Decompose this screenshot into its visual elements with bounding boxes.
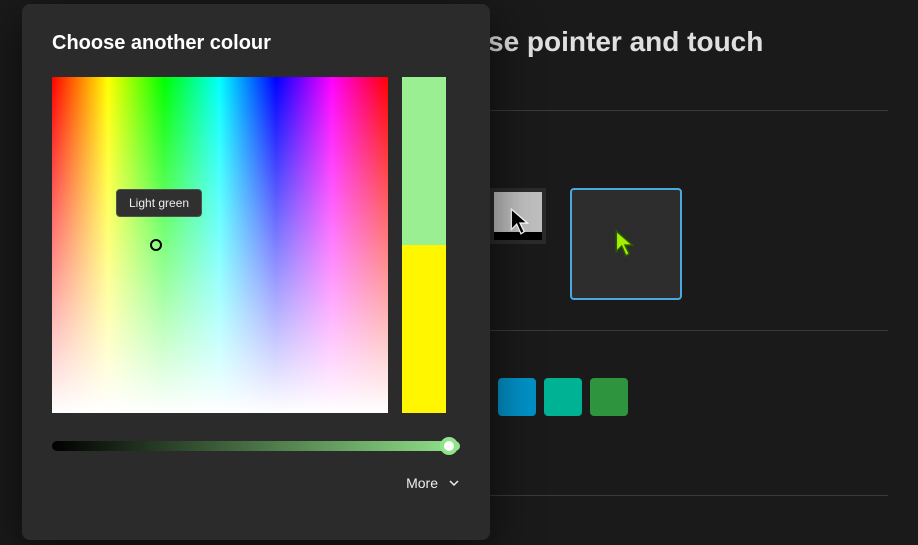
pointer-style-options: [490, 188, 682, 300]
more-label: More: [406, 475, 438, 491]
divider: [490, 495, 888, 496]
sv-marker[interactable]: [150, 239, 162, 251]
saturation-value-picker[interactable]: Light green: [52, 77, 388, 413]
divider: [490, 330, 888, 331]
pointer-style-custom[interactable]: [570, 188, 682, 300]
color-preview-column: [402, 77, 446, 413]
settings-page: se pointer and touch Choose another colo…: [0, 0, 918, 545]
color-swatch[interactable]: [498, 378, 536, 416]
previous-color-preview: [402, 245, 446, 413]
cursor-icon: [615, 230, 637, 258]
color-swatch[interactable]: [544, 378, 582, 416]
color-name-tooltip: Light green: [116, 189, 202, 217]
picker-area: Light green: [52, 77, 460, 413]
modal-title: Choose another colour: [52, 32, 460, 55]
current-color-preview: [402, 77, 446, 245]
value-slider-thumb[interactable]: [440, 437, 458, 455]
recommended-colors: [498, 378, 628, 416]
inverted-preview: [494, 192, 542, 240]
cursor-icon: [510, 208, 532, 236]
color-swatch[interactable]: [590, 378, 628, 416]
color-picker-modal: Choose another colour Light green More: [22, 4, 490, 540]
more-button[interactable]: More: [52, 475, 460, 491]
value-slider[interactable]: [52, 441, 460, 451]
divider: [490, 110, 888, 111]
pointer-style-inverted[interactable]: [490, 188, 546, 244]
page-title: se pointer and touch: [488, 26, 763, 58]
chevron-down-icon: [448, 477, 460, 489]
background-partial-text: [0, 0, 18, 545]
